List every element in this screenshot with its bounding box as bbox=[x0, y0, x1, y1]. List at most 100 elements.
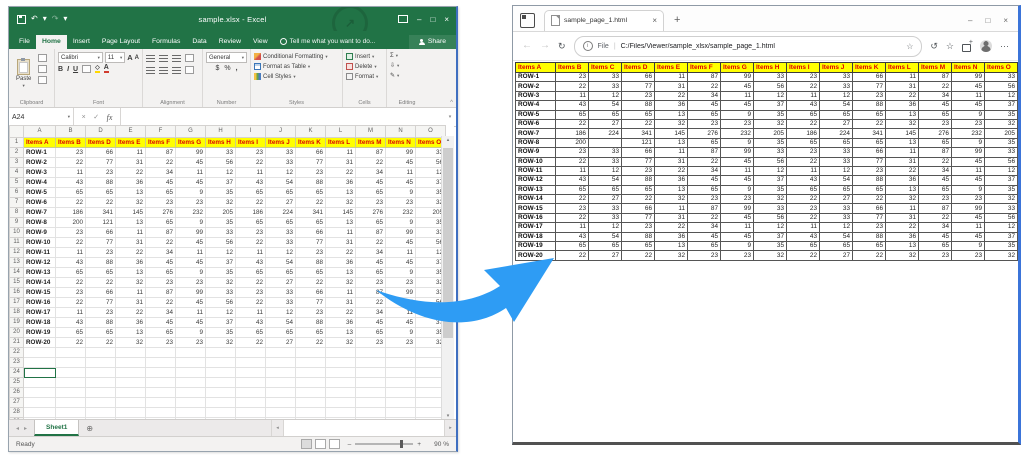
name-box[interactable]: A24▾ bbox=[9, 108, 74, 126]
column-header-A[interactable]: A bbox=[24, 126, 56, 138]
cell[interactable]: 33 bbox=[266, 228, 296, 238]
cell[interactable] bbox=[176, 398, 206, 408]
cell[interactable]: 34 bbox=[146, 308, 176, 318]
column-header-J[interactable]: J bbox=[266, 126, 296, 138]
cell-label[interactable]: ROW-1 bbox=[24, 148, 56, 158]
header-cell[interactable]: Items N bbox=[386, 138, 416, 148]
column-header-I[interactable]: I bbox=[236, 126, 266, 138]
cell[interactable] bbox=[146, 368, 176, 378]
cell[interactable] bbox=[86, 398, 116, 408]
cell-label[interactable]: ROW-13 bbox=[24, 268, 56, 278]
cell[interactable]: 23 bbox=[176, 338, 206, 348]
cell[interactable]: 232 bbox=[386, 208, 416, 218]
cell[interactable] bbox=[116, 378, 146, 388]
header-cell[interactable]: Items I bbox=[236, 138, 266, 148]
cell[interactable] bbox=[326, 368, 356, 378]
row-header-10[interactable]: 10 bbox=[10, 228, 24, 238]
cell[interactable] bbox=[236, 398, 266, 408]
bold-icon[interactable]: B bbox=[58, 66, 63, 73]
cell[interactable]: 56 bbox=[206, 298, 236, 308]
cell[interactable] bbox=[146, 348, 176, 358]
row-header-19[interactable]: 19 bbox=[10, 318, 24, 328]
cell-label[interactable]: ROW-11 bbox=[24, 248, 56, 258]
row-header-6[interactable]: 6 bbox=[10, 188, 24, 198]
cell[interactable]: 13 bbox=[326, 188, 356, 198]
cell[interactable]: 88 bbox=[86, 258, 116, 268]
cell[interactable]: 36 bbox=[116, 258, 146, 268]
cell[interactable]: 65 bbox=[236, 268, 266, 278]
collapse-ribbon-icon[interactable]: ^ bbox=[450, 100, 453, 106]
cell-label[interactable]: ROW-18 bbox=[24, 318, 56, 328]
cell[interactable] bbox=[266, 348, 296, 358]
cell[interactable]: 65 bbox=[266, 188, 296, 198]
cell[interactable]: 65 bbox=[146, 268, 176, 278]
cell[interactable]: 45 bbox=[386, 158, 416, 168]
cell[interactable] bbox=[24, 398, 56, 408]
row-header-24[interactable]: 24 bbox=[10, 368, 24, 378]
hscroll-left-icon[interactable]: ◂ bbox=[271, 420, 283, 436]
new-tab-icon[interactable]: + bbox=[674, 14, 680, 26]
font-color-icon[interactable]: A bbox=[104, 65, 109, 73]
ribbon-tab-view[interactable]: View bbox=[247, 35, 274, 49]
cell[interactable] bbox=[146, 388, 176, 398]
cell[interactable]: 88 bbox=[296, 318, 326, 328]
cell[interactable] bbox=[236, 388, 266, 398]
save-icon[interactable] bbox=[17, 15, 26, 24]
cell[interactable]: 65 bbox=[86, 328, 116, 338]
font-size-select[interactable]: 11▾ bbox=[105, 52, 125, 63]
cell[interactable]: 77 bbox=[86, 298, 116, 308]
header-cell[interactable]: Items J bbox=[266, 138, 296, 148]
header-cell[interactable]: Items M bbox=[356, 138, 386, 148]
row-header-16[interactable]: 16 bbox=[10, 288, 24, 298]
cell[interactable]: 65 bbox=[296, 328, 326, 338]
cell[interactable] bbox=[326, 408, 356, 418]
cell[interactable]: 22 bbox=[236, 238, 266, 248]
cell[interactable]: 11 bbox=[236, 308, 266, 318]
cell[interactable]: 11 bbox=[116, 288, 146, 298]
cell[interactable]: 145 bbox=[116, 208, 146, 218]
row-header-20[interactable]: 20 bbox=[10, 328, 24, 338]
header-cell[interactable]: Items A bbox=[24, 138, 56, 148]
header-cell[interactable]: Items G bbox=[176, 138, 206, 148]
cell[interactable] bbox=[386, 348, 416, 358]
cell[interactable]: 34 bbox=[146, 248, 176, 258]
cell[interactable] bbox=[206, 368, 236, 378]
cell[interactable]: 43 bbox=[56, 178, 86, 188]
cell[interactable]: 45 bbox=[146, 318, 176, 328]
cell[interactable]: 37 bbox=[206, 258, 236, 268]
row-header-5[interactable]: 5 bbox=[10, 178, 24, 188]
align-center-icon[interactable] bbox=[159, 67, 168, 74]
cell[interactable]: 22 bbox=[236, 298, 266, 308]
cell[interactable]: 11 bbox=[326, 228, 356, 238]
cell[interactable] bbox=[116, 358, 146, 368]
cell[interactable] bbox=[206, 388, 236, 398]
undo-icon[interactable]: ↶ bbox=[31, 15, 38, 23]
cell[interactable]: 54 bbox=[266, 318, 296, 328]
hscroll-right-icon[interactable]: ▸ bbox=[444, 420, 456, 436]
cell[interactable]: 23 bbox=[146, 198, 176, 208]
cell[interactable]: 32 bbox=[326, 338, 356, 348]
cell[interactable]: 54 bbox=[266, 258, 296, 268]
cell[interactable]: 22 bbox=[326, 308, 356, 318]
cell[interactable]: 22 bbox=[326, 248, 356, 258]
cell[interactable]: 13 bbox=[326, 218, 356, 228]
scroll-up-icon[interactable]: ▴ bbox=[442, 137, 454, 143]
row-header-28[interactable]: 28 bbox=[10, 408, 24, 418]
cell[interactable] bbox=[116, 368, 146, 378]
column-header-N[interactable]: N bbox=[386, 126, 416, 138]
cell[interactable]: 43 bbox=[56, 318, 86, 328]
sheet-tab-sheet1[interactable]: Sheet1 bbox=[34, 420, 79, 436]
cell-label[interactable]: ROW-19 bbox=[24, 328, 56, 338]
excel-maximize-button[interactable]: □ bbox=[430, 15, 435, 24]
cell[interactable]: 23 bbox=[56, 228, 86, 238]
more-menu-icon[interactable]: ··· bbox=[1000, 42, 1009, 51]
merge-center-icon[interactable] bbox=[185, 66, 194, 74]
cell[interactable]: 22 bbox=[86, 338, 116, 348]
cell[interactable] bbox=[86, 358, 116, 368]
cell[interactable]: 31 bbox=[116, 298, 146, 308]
cell[interactable] bbox=[386, 378, 416, 388]
cell[interactable] bbox=[24, 358, 56, 368]
cell[interactable]: 276 bbox=[146, 208, 176, 218]
cell[interactable]: 23 bbox=[236, 228, 266, 238]
cell[interactable]: 65 bbox=[296, 268, 326, 278]
